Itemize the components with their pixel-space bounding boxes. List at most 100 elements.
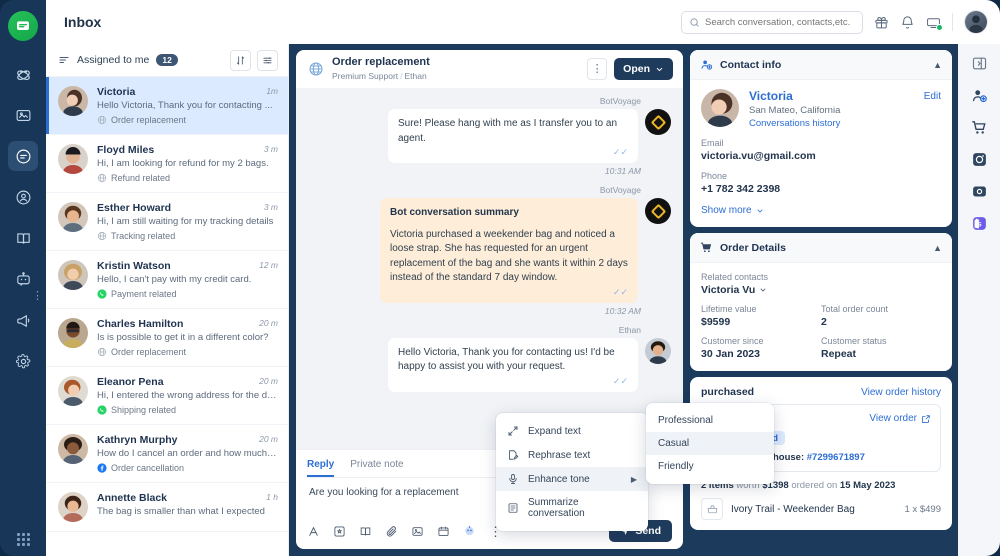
stat-label: Customer since: [701, 336, 821, 346]
tag-label: Payment related: [111, 289, 177, 299]
view-order-label: View order: [869, 413, 917, 424]
list-item[interactable]: Annette Black 1 h The bag is smaller tha…: [46, 483, 288, 532]
sidebar-item-broadcast[interactable]: [8, 305, 38, 335]
sidebar-item-inbox[interactable]: [8, 141, 38, 171]
summarize-icon: [507, 502, 519, 514]
chevron-up-icon[interactable]: ▲: [933, 243, 942, 253]
message-list[interactable]: BotVoyage Sure! Please hang with me as I…: [296, 88, 683, 449]
message-preview: How do I cancel an order and how much w.…: [97, 448, 278, 459]
rail-overflow-icon[interactable]: ⋮: [32, 291, 43, 302]
sidebar-item-contacts[interactable]: [8, 182, 38, 212]
sidebar-item-campaigns[interactable]: [8, 100, 38, 130]
tab-reply[interactable]: Reply: [307, 456, 334, 477]
contact-name: Kristin Watson: [97, 260, 171, 272]
contact-name[interactable]: Victoria: [749, 89, 840, 103]
chevron-right-icon: ▶: [631, 475, 637, 484]
read-receipt-icon: ✓✓: [398, 148, 628, 157]
menu-item-enhance-tone[interactable]: Enhance tone ▶: [496, 467, 648, 491]
attachment-icon[interactable]: [385, 525, 398, 538]
contact-add-icon[interactable]: [970, 86, 989, 105]
sidebar-item-settings[interactable]: [8, 346, 38, 376]
cart-icon: [700, 241, 713, 254]
contact-name: Eleanor Pena: [97, 376, 164, 388]
show-more-button[interactable]: Show more: [701, 205, 941, 216]
panel-collapse-icon[interactable]: [970, 54, 989, 73]
list-item[interactable]: Eleanor Pena 20 m Hi, I entered the wron…: [46, 367, 288, 425]
facebook-channel-icon: [97, 463, 107, 473]
list-item[interactable]: Floyd Miles 3 m Hi, I am looking for ref…: [46, 135, 288, 193]
list-item-content: Eleanor Pena 20 m Hi, I entered the wron…: [97, 376, 278, 415]
emoji-icon[interactable]: [333, 525, 346, 538]
menu-item-friendly[interactable]: Friendly: [646, 455, 774, 478]
ai-actions-menu[interactable]: Expand text Rephrase text Enhance tone ▶…: [496, 413, 648, 531]
tab-private-note[interactable]: Private note: [350, 456, 403, 477]
list-item[interactable]: Kathryn Murphy 20 m How do I cancel an o…: [46, 425, 288, 483]
message-timestamp: 10:32 AM: [308, 306, 641, 316]
settings-app-icon[interactable]: [970, 182, 989, 201]
related-contacts-value[interactable]: Victoria Vu: [701, 284, 941, 296]
message-row: Sure! Please hang with me as I transfer …: [308, 109, 671, 163]
conversation-list-panel: Assigned to me 12: [46, 44, 289, 556]
avatar: [645, 338, 671, 364]
view-order-history-link[interactable]: View order history: [861, 387, 941, 398]
gift-icon[interactable]: [874, 15, 889, 30]
tone-submenu[interactable]: Professional Casual Friendly: [646, 403, 774, 484]
top-bar-actions: [681, 10, 988, 34]
list-item[interactable]: Charles Hamilton 20 m Is is possible to …: [46, 309, 288, 367]
app-logo-icon[interactable]: [8, 11, 38, 41]
sidebar-item-analytics[interactable]: [8, 59, 38, 89]
menu-item-professional[interactable]: Professional: [646, 409, 774, 432]
more-options-icon[interactable]: ⋮: [587, 58, 607, 80]
shopify-app-icon[interactable]: S: [970, 214, 989, 233]
view-order-link[interactable]: View order: [869, 413, 931, 424]
bot-avatar: [645, 198, 671, 224]
search-box[interactable]: [681, 11, 863, 34]
conversation-scroll[interactable]: Victoria 1m Hello Victoria, Thank you fo…: [46, 77, 288, 556]
screen-share-icon[interactable]: [926, 15, 941, 30]
list-item[interactable]: Kristin Watson 12 m Hello, I can't pay w…: [46, 251, 288, 309]
products-header: purchased View order history: [690, 377, 952, 404]
search-input[interactable]: [705, 17, 855, 28]
contact-name: Floyd Miles: [97, 144, 154, 156]
sort-icon[interactable]: [230, 50, 251, 71]
app-switcher[interactable]: [17, 533, 30, 546]
timestamp: 3 m: [260, 202, 278, 212]
message-text: Sure! Please hang with me as I transfer …: [398, 118, 617, 144]
ai-assist-icon[interactable]: [463, 525, 476, 538]
camera-app-icon[interactable]: [970, 150, 989, 169]
image-icon[interactable]: [411, 525, 424, 538]
avatar: [58, 260, 88, 290]
avatar[interactable]: [964, 10, 988, 34]
conversations-history-link[interactable]: Conversations history: [749, 118, 840, 129]
contact-info-body: Victoria San Mateo, California Conversat…: [690, 80, 952, 227]
products-title: purchased: [701, 386, 754, 398]
message-sender: Ethan: [308, 325, 671, 335]
assigned-filter[interactable]: Assigned to me 12: [58, 54, 178, 67]
sidebar-item-knowledge[interactable]: [8, 223, 38, 253]
bell-icon[interactable]: [900, 15, 915, 30]
items-ordered-label: ordered on: [791, 480, 837, 491]
avatar: [58, 318, 88, 348]
cart-icon[interactable]: [970, 118, 989, 137]
menu-item-casual[interactable]: Casual: [646, 432, 774, 455]
status-dropdown-button[interactable]: Open: [614, 58, 673, 80]
stat-value: $9599: [701, 316, 821, 328]
sliders-icon[interactable]: [257, 50, 278, 71]
avatar: [58, 434, 88, 464]
menu-item-rephrase-text[interactable]: Rephrase text: [496, 443, 648, 467]
menu-item-label: Expand text: [528, 426, 581, 437]
stat-customer-since: Customer since 30 Jan 2023: [701, 336, 821, 360]
edit-contact-button[interactable]: Edit: [924, 89, 941, 102]
text-format-icon[interactable]: [307, 525, 320, 538]
chevron-up-icon[interactable]: ▲: [933, 60, 942, 70]
menu-item-expand-text[interactable]: Expand text: [496, 419, 648, 443]
avatar: [58, 202, 88, 232]
chevron-down-icon: [759, 286, 767, 294]
list-item-content: Victoria 1m Hello Victoria, Thank you fo…: [97, 86, 278, 125]
canned-response-icon[interactable]: [359, 525, 372, 538]
menu-item-summarize-conversation[interactable]: Summarize conversation: [496, 491, 648, 525]
calendar-icon[interactable]: [437, 525, 450, 538]
list-item[interactable]: Victoria 1m Hello Victoria, Thank you fo…: [46, 77, 288, 135]
email-label: Email: [701, 138, 941, 148]
list-item[interactable]: Esther Howard 3 m Hi, I am still waiting…: [46, 193, 288, 251]
